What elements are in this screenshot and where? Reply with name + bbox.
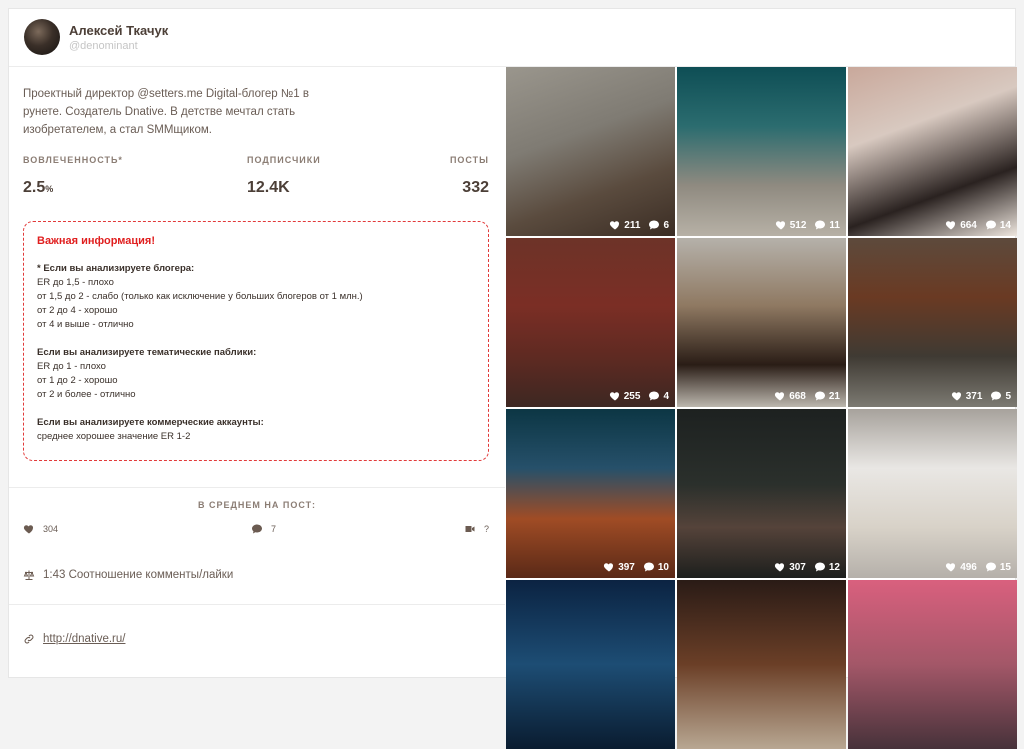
stat-engagement-value: 2.5%	[23, 179, 54, 196]
comment-icon	[985, 562, 996, 572]
notice-line: от 4 и выше - отлично	[37, 319, 134, 330]
notice-line: ER до 1 - плохо	[37, 361, 106, 372]
stat-posts: ПОСТЫ 332	[450, 155, 489, 197]
notice-line: от 2 до 4 - хорошо	[37, 305, 118, 316]
notice-public-heading: Если вы анализируете тематические паблик…	[37, 347, 257, 358]
notice-line: от 2 и более - отлично	[37, 389, 136, 400]
stat-posts-value: 332	[462, 179, 489, 196]
heart-icon	[775, 221, 785, 230]
post-comments: 15	[999, 561, 1011, 573]
average-comments-value: 7	[271, 524, 277, 534]
comment-icon	[991, 391, 1002, 401]
heart-icon	[610, 221, 620, 230]
post-comments: 21	[828, 390, 840, 402]
average-per-post-row: 304 7 ?	[23, 523, 489, 539]
notice-title: Важная информация!	[37, 235, 155, 247]
post-likes: 664	[960, 219, 977, 231]
post-tile[interactable]: 255 4	[506, 238, 675, 407]
heart-icon	[946, 563, 956, 572]
stat-posts-label: ПОСТЫ	[449, 155, 489, 165]
profile-card: Алексей Ткачук @denominant Проектный дир…	[8, 8, 1018, 749]
post-tile[interactable]: 496 15	[848, 409, 1017, 578]
post-likes: 211	[624, 219, 641, 231]
profile-bio: Проектный директор @setters.me Digital-б…	[23, 88, 309, 136]
stat-followers-value: 12.4K	[247, 179, 290, 196]
link-icon	[24, 634, 34, 644]
profile-info-panel: Проектный директор @setters.me Digital-б…	[9, 67, 505, 679]
stat-followers: ПОДПИСЧИКИ 12.4K	[247, 155, 321, 197]
profile-handle[interactable]: @denominant	[69, 40, 138, 52]
heart-icon	[609, 392, 619, 401]
comment-icon	[649, 391, 660, 401]
stat-engagement: ВОВЛЕЧЕННОСТЬ* 2.5%	[23, 155, 123, 197]
comment-icon	[815, 220, 826, 230]
notice-line: ER до 1,5 - плохо	[37, 277, 114, 288]
comment-icon	[814, 391, 825, 401]
post-comments: 4	[663, 390, 669, 402]
heart-icon	[775, 392, 785, 401]
post-likes: 397	[618, 561, 635, 573]
important-info-box: Важная информация! * Если вы анализирует…	[23, 221, 489, 461]
average-comments: 7	[251, 523, 276, 535]
heart-icon	[23, 525, 34, 534]
average-per-post-title: В СРЕДНЕМ НА ПОСТ:	[197, 500, 317, 510]
scales-icon	[23, 570, 35, 580]
divider	[9, 604, 505, 605]
comment-icon	[252, 524, 262, 534]
post-tile[interactable]: 307 12	[677, 409, 846, 578]
heart-icon	[946, 221, 956, 230]
post-comments: 5	[1005, 390, 1011, 402]
video-camera-icon	[465, 526, 475, 532]
divider	[9, 487, 505, 488]
stat-followers-label: ПОДПИСЧИКИ	[247, 155, 321, 165]
avatar[interactable]	[24, 19, 60, 55]
posts-grid: 211 6 512 11 664 14 255 4 668 21 371 5 397 10 3…	[506, 67, 1018, 749]
comments-likes-ratio: 1:43 Соотношение комменты/лайки	[23, 569, 233, 581]
average-likes: 304	[23, 523, 58, 535]
post-tile[interactable]: 211 6	[506, 67, 675, 236]
notice-line: среднее хорошее значение ER 1-2	[37, 431, 191, 442]
comment-icon	[643, 562, 654, 572]
post-tile[interactable]: 664 14	[848, 67, 1017, 236]
heart-icon	[775, 563, 785, 572]
comment-icon	[649, 220, 660, 230]
post-comments: 12	[828, 561, 840, 573]
post-likes: 668	[789, 390, 806, 402]
post-likes: 512	[789, 219, 807, 231]
website-link[interactable]: http://dnative.ru/	[23, 633, 125, 645]
post-likes: 255	[623, 390, 641, 402]
stat-engagement-label: ВОВЛЕЧЕННОСТЬ*	[23, 155, 123, 165]
heart-icon	[951, 392, 961, 401]
notice-line: от 1,5 до 2 - слабо (только как исключен…	[37, 291, 363, 302]
post-likes: 371	[965, 390, 983, 402]
post-comments: 14	[999, 219, 1011, 231]
comment-icon	[985, 220, 996, 230]
profile-header: Алексей Ткачук @denominant	[9, 9, 1015, 67]
post-comments: 11	[829, 219, 840, 231]
stats-row: ВОВЛЕЧЕННОСТЬ* 2.5% ПОДПИСЧИКИ 12.4K ПОС…	[23, 155, 489, 201]
post-tile[interactable]: 512 11	[677, 67, 846, 236]
website-url[interactable]: http://dnative.ru/	[43, 633, 125, 645]
average-video-value: ?	[483, 524, 489, 534]
notice-blogger-heading: * Если вы анализируете блогера:	[37, 263, 195, 274]
average-likes-value: 304	[43, 524, 59, 534]
post-tile[interactable]: 668 21	[677, 238, 846, 407]
post-comments: 6	[663, 219, 669, 231]
post-comments: 10	[657, 561, 669, 573]
post-tile[interactable]: 371 5	[848, 238, 1017, 407]
comment-icon	[814, 562, 825, 572]
heart-icon	[604, 563, 614, 572]
notice-commercial-heading: Если вы анализируете коммерческие аккаун…	[37, 417, 264, 428]
post-likes: 307	[789, 561, 806, 573]
average-video: ?	[464, 523, 489, 535]
profile-name[interactable]: Алексей Ткачук	[69, 23, 168, 38]
post-likes: 496	[960, 561, 977, 573]
ratio-text: 1:43 Соотношение комменты/лайки	[43, 569, 234, 581]
post-tile[interactable]: 397 10	[506, 409, 675, 578]
notice-line: от 1 до 2 - хорошо	[37, 375, 118, 386]
